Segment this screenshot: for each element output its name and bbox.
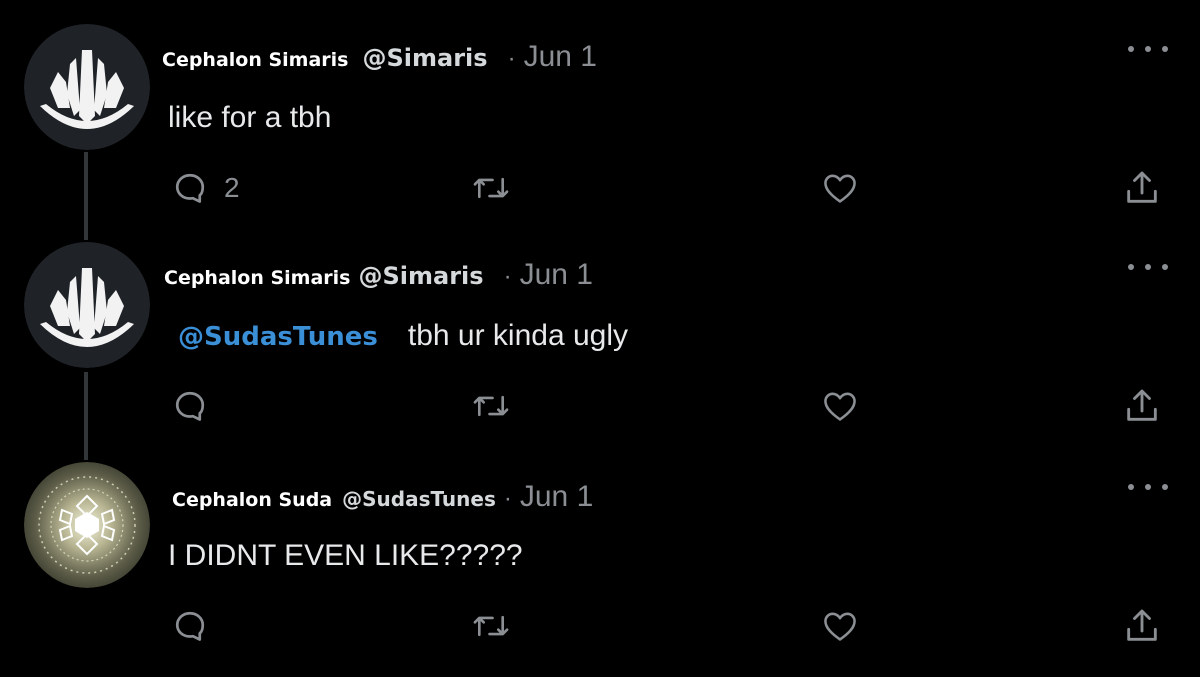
reply-icon (175, 611, 205, 641)
more-dot (1128, 264, 1134, 270)
tweet-date[interactable]: Jun 1 (524, 40, 597, 74)
retweet-button[interactable] (472, 170, 510, 206)
tweet-text: like for a tbh (168, 101, 332, 134)
separator-dot: · (503, 263, 512, 290)
user-handle[interactable]: @SudasTunes (342, 487, 496, 511)
more-dot (1128, 46, 1134, 52)
tweet-date[interactable]: Jun 1 (520, 480, 593, 514)
tweet-body: tbh ur kinda ugly (407, 319, 629, 352)
avatar[interactable] (24, 242, 150, 368)
avatar[interactable] (24, 462, 150, 588)
more-dot (1162, 46, 1168, 52)
suda-glyph-icon (24, 462, 150, 588)
simaris-logo-icon (24, 242, 150, 368)
tweet-text: @SudasTunes tbh ur kinda ugly (178, 319, 628, 353)
tweet-header: Cephalon Simaris @Simaris · Jun 1 (164, 258, 593, 292)
more-dot (1145, 484, 1151, 490)
like-icon (824, 612, 856, 641)
reply-icon (175, 173, 205, 203)
more-dot (1145, 264, 1151, 270)
more-icon[interactable] (1128, 480, 1168, 494)
tweet-header: Cephalon Suda @SudasTunes · Jun 1 (172, 480, 593, 514)
reply-count: 2 (224, 172, 240, 203)
more-icon[interactable] (1128, 42, 1168, 56)
display-name[interactable]: Cephalon Suda (172, 489, 332, 511)
share-button[interactable] (1122, 168, 1162, 208)
like-icon (824, 174, 856, 203)
retweet-icon (473, 615, 509, 637)
share-icon (1127, 389, 1157, 421)
share-button[interactable] (1122, 606, 1162, 646)
reply-button[interactable] (172, 388, 208, 424)
retweet-button[interactable] (472, 608, 510, 644)
share-button[interactable] (1122, 386, 1162, 426)
separator-dot: · (507, 45, 516, 72)
more-dot (1162, 264, 1168, 270)
display-name[interactable]: Cephalon Simaris (164, 267, 351, 289)
reply-button[interactable]: 2 (172, 170, 240, 206)
share-icon (1127, 609, 1157, 641)
tweet-thread: Cephalon Simaris @Simaris · Jun 1 like f… (0, 0, 1200, 677)
tweet-header: Cephalon Simaris @Simaris · Jun 1 (162, 40, 597, 74)
display-name[interactable]: Cephalon Simaris (162, 49, 349, 71)
like-icon (824, 392, 856, 421)
separator-dot: · (503, 485, 512, 512)
more-icon[interactable] (1128, 260, 1168, 274)
like-button[interactable] (820, 387, 860, 425)
retweet-button[interactable] (472, 388, 510, 424)
avatar[interactable] (24, 24, 150, 150)
reply-icon (175, 391, 205, 421)
retweet-icon (473, 177, 509, 199)
mention-link[interactable]: @SudasTunes (178, 322, 378, 352)
user-handle[interactable]: @Simaris (363, 44, 488, 72)
retweet-icon (473, 395, 509, 417)
simaris-logo-icon (24, 24, 150, 150)
tweet-date[interactable]: Jun 1 (520, 258, 593, 292)
like-button[interactable] (820, 607, 860, 645)
user-handle[interactable]: @Simaris (359, 262, 484, 290)
tweet-text: I DIDNT EVEN LIKE????? (168, 539, 523, 572)
tweet[interactable]: Cephalon Suda @SudasTunes · Jun 1 I DIDN… (0, 450, 1200, 677)
more-dot (1145, 46, 1151, 52)
like-button[interactable] (820, 169, 860, 207)
share-icon (1127, 171, 1157, 203)
more-dot (1128, 484, 1134, 490)
tweet[interactable]: Cephalon Simaris @Simaris · Jun 1 like f… (0, 0, 1200, 230)
tweet[interactable]: Cephalon Simaris @Simaris · Jun 1 @Sudas… (0, 230, 1200, 450)
reply-button[interactable] (172, 608, 208, 644)
more-dot (1162, 484, 1168, 490)
